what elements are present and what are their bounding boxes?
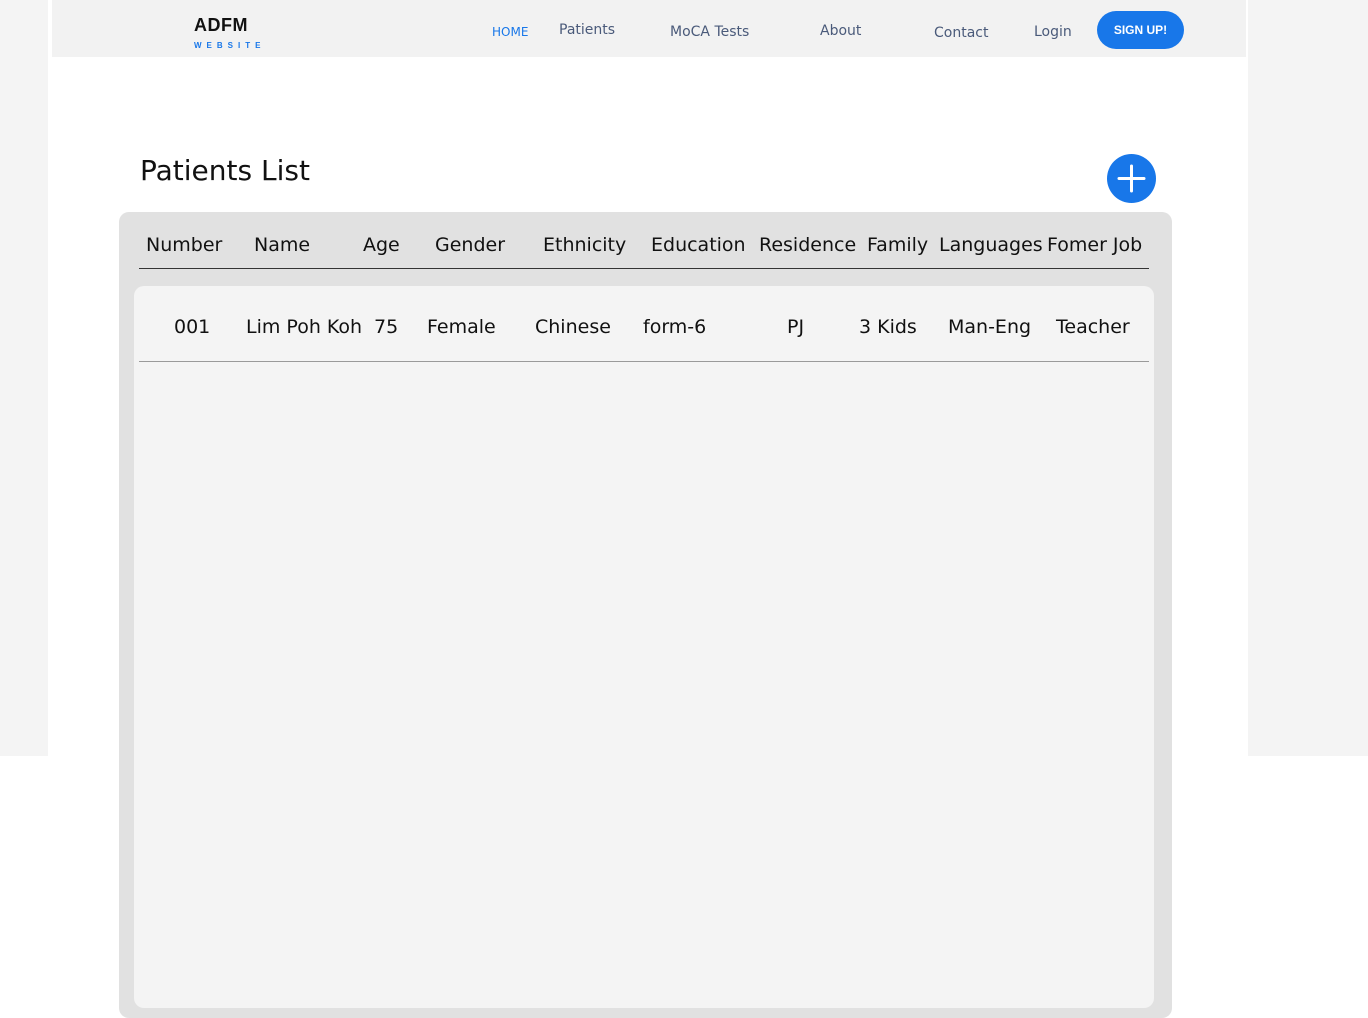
column-header-family[interactable]: Family [867, 233, 928, 257]
nav-home[interactable]: HOME [492, 23, 528, 41]
cell-number: 001 [174, 316, 211, 338]
column-header-number[interactable]: Number [146, 233, 222, 257]
cell-education: form-6 [643, 316, 707, 338]
column-header-languages[interactable]: Languages [939, 233, 1043, 257]
cell-age: 75 [374, 316, 399, 338]
nav-patients[interactable]: Patients [559, 21, 615, 39]
row-divider [139, 361, 1149, 362]
header-divider [139, 268, 1149, 269]
column-header-name[interactable]: Name [254, 233, 310, 257]
column-header-ethnicity[interactable]: Ethnicity [543, 233, 626, 257]
plus-icon [1117, 164, 1146, 193]
cell-residence: PJ [787, 316, 805, 338]
cell-languages: Man-Eng [948, 316, 1032, 338]
column-header-gender[interactable]: Gender [435, 233, 505, 257]
nav-contact[interactable]: Contact [934, 24, 988, 42]
cell-gender: Female [427, 316, 496, 338]
column-header-age[interactable]: Age [363, 233, 400, 257]
cell-former-job: Teacher [1056, 316, 1130, 338]
signup-button[interactable]: SIGN UP! [1097, 11, 1184, 49]
column-header-education[interactable]: Education [651, 233, 746, 257]
nav-about[interactable]: About [820, 22, 861, 40]
column-header-former-job[interactable]: Fomer Job [1047, 233, 1142, 257]
page-title: Patients List [140, 154, 310, 187]
cell-ethnicity: Chinese [535, 316, 611, 338]
logo-title: ADFM [194, 15, 248, 35]
patients-table-body [134, 286, 1154, 1008]
site-logo[interactable]: ADFM WEBSITE [194, 14, 265, 51]
cell-name: Lim Poh Koh [246, 316, 363, 338]
cell-family: 3 Kids [859, 316, 917, 338]
nav-login[interactable]: Login [1034, 23, 1072, 41]
add-patient-button[interactable] [1107, 154, 1156, 203]
logo-subtitle: WEBSITE [194, 41, 266, 50]
column-header-residence[interactable]: Residence [759, 233, 856, 257]
nav-moca-tests[interactable]: MoCA Tests [670, 23, 749, 41]
